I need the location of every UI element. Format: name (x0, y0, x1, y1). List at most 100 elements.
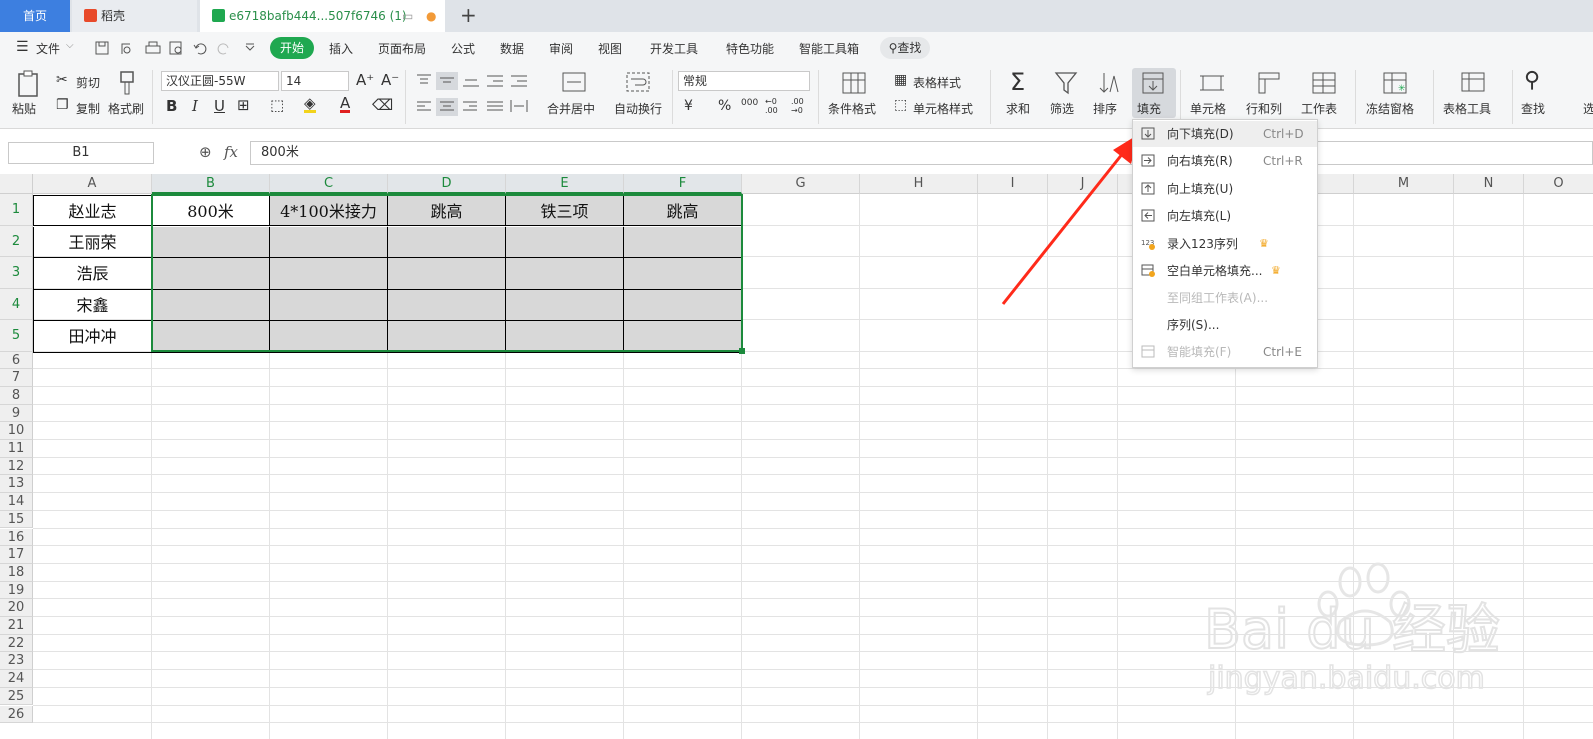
filter-button[interactable]: 筛选 (1050, 100, 1074, 117)
row-header-25[interactable]: 25 (0, 687, 33, 706)
row-header-7[interactable]: 7 (0, 369, 33, 387)
fill-menu-item-4[interactable]: 向左填充(L) (1133, 203, 1317, 229)
print-preview-icon[interactable] (169, 41, 182, 55)
row-header-11[interactable]: 11 (0, 440, 33, 458)
copy-button[interactable]: 复制 (76, 100, 100, 117)
fill-menu-item-1[interactable]: 向下填充(D) Ctrl+D (1133, 121, 1317, 147)
currency-icon[interactable]: ¥ (684, 98, 693, 114)
column-header-c[interactable]: C (270, 174, 388, 194)
formula-input[interactable]: 800米 (250, 141, 1593, 165)
chevron-down-icon[interactable]: ⌵ (66, 40, 74, 51)
cell-A5[interactable]: 田冲冲 (33, 321, 152, 353)
border-icon[interactable]: ⊞ (237, 96, 250, 114)
row-header-21[interactable]: 21 (0, 617, 33, 635)
row-header-1[interactable]: 1 (0, 194, 33, 226)
menu-data[interactable]: 数据 (500, 40, 524, 57)
paste-button[interactable]: 粘贴 (12, 100, 36, 117)
font-shrink-icon[interactable]: A⁻ (381, 71, 399, 89)
export-icon[interactable] (121, 43, 131, 54)
customize-icon[interactable] (245, 43, 255, 51)
file-menu[interactable]: 文件 (36, 40, 60, 57)
thousands-icon[interactable]: 000 (741, 98, 758, 108)
merge-center-icon[interactable] (561, 70, 587, 96)
menu-page-layout[interactable]: 页面布局 (378, 40, 426, 57)
fill-menu-item-5[interactable]: 123 录入123序列 ♛ (1133, 231, 1317, 257)
menu-formula[interactable]: 公式 (451, 40, 475, 57)
redo-icon[interactable] (217, 43, 229, 55)
column-header-o[interactable]: O (1524, 174, 1593, 194)
tab-home[interactable]: 首页 (0, 0, 70, 32)
bold-icon[interactable]: B (166, 97, 177, 115)
underline-icon[interactable]: U (214, 97, 225, 115)
row-header-26[interactable]: 26 (0, 705, 33, 724)
conditional-format-button[interactable]: 条件格式 (828, 100, 876, 117)
row-header-22[interactable]: 22 (0, 634, 33, 653)
row-header-12[interactable]: 12 (0, 457, 33, 476)
column-header-n[interactable]: N (1454, 174, 1524, 194)
row-header-20[interactable]: 20 (0, 599, 33, 617)
select-all-corner[interactable] (0, 174, 33, 194)
column-header-a[interactable]: A (33, 174, 152, 194)
column-header-d[interactable]: D (388, 174, 506, 194)
font-grow-icon[interactable]: A⁺ (356, 71, 374, 89)
menu-features[interactable]: 特色功能 (726, 40, 774, 57)
fill-color-icon[interactable]: ◈ (304, 96, 316, 113)
column-header-f[interactable]: F (624, 174, 742, 194)
cell-A4[interactable]: 宋鑫 (33, 289, 152, 321)
worksheet-icon[interactable] (1311, 70, 1337, 96)
fill-menu-item-3[interactable]: 向上填充(U) (1133, 176, 1317, 202)
merge-center-button[interactable]: 合并居中 (547, 100, 595, 117)
row-header-9[interactable]: 9 (0, 404, 33, 423)
font-name-select[interactable]: 汉仪正圆-55W (161, 71, 279, 91)
menu-view[interactable]: 视图 (598, 40, 622, 57)
column-header-b[interactable]: B (152, 174, 270, 194)
menu-review[interactable]: 审阅 (549, 40, 573, 57)
save-icon[interactable] (95, 41, 109, 55)
paste-icon[interactable] (16, 70, 42, 98)
format-painter-icon[interactable] (116, 70, 138, 98)
row-header-13[interactable]: 13 (0, 475, 33, 494)
fill-menu-item-2[interactable]: 向右填充(R) Ctrl+R (1133, 148, 1317, 174)
freeze-panes-button[interactable]: 冻结窗格 (1366, 100, 1414, 117)
menu-developer[interactable]: 开发工具 (650, 40, 698, 57)
indent-decrease-icon[interactable] (487, 75, 503, 87)
row-header-6[interactable]: 6 (0, 351, 33, 370)
zoom-icon[interactable]: ⊕ (199, 143, 212, 161)
indent-increase-icon[interactable] (511, 75, 527, 87)
row-header-2[interactable]: 2 (0, 225, 33, 257)
row-header-14[interactable]: 14 (0, 493, 33, 511)
undo-icon[interactable] (193, 43, 207, 55)
row-header-3[interactable]: 3 (0, 257, 33, 289)
percent-icon[interactable]: % (718, 98, 731, 114)
menu-insert[interactable]: 插入 (329, 40, 353, 57)
align-bottom-icon[interactable] (463, 79, 479, 87)
column-header-e[interactable]: E (506, 174, 624, 194)
sort-button[interactable]: 排序 (1093, 100, 1117, 117)
cell-A3[interactable]: 浩辰 (33, 258, 152, 290)
name-box[interactable]: B1 (8, 142, 154, 164)
monitor-icon[interactable]: ▭ (402, 0, 413, 32)
sum-button[interactable]: 求和 (1006, 100, 1030, 117)
table-tools-button[interactable]: 表格工具 (1443, 100, 1491, 117)
freeze-panes-icon[interactable]: ✳ (1382, 70, 1408, 96)
row-header-17[interactable]: 17 (0, 546, 33, 564)
number-format-select[interactable]: 常规 (678, 71, 810, 91)
table-tools-icon[interactable] (1460, 70, 1486, 96)
row-header-15[interactable]: 15 (0, 510, 33, 529)
cells-button[interactable]: 单元格 (1190, 100, 1226, 117)
ribbon-overflow[interactable]: 选 (1583, 100, 1593, 117)
fill-menu-item-8[interactable]: 序列(S)... (1133, 312, 1317, 338)
rows-cols-icon[interactable] (1256, 70, 1282, 96)
fill-handle[interactable] (739, 348, 745, 354)
tab-document[interactable]: e6718bafb444...507f6746 (1) ▭ ● (200, 0, 445, 32)
font-color-icon[interactable]: A (340, 96, 351, 113)
menu-smart-toolbox[interactable]: 智能工具箱 (799, 40, 859, 57)
distributed-icon[interactable] (510, 100, 528, 112)
format-painter-button[interactable]: 格式刷 (108, 100, 144, 117)
cells-icon[interactable] (1199, 70, 1225, 96)
row-header-10[interactable]: 10 (0, 422, 33, 440)
worksheet-button[interactable]: 工作表 (1301, 100, 1337, 117)
fill-menu-item-6[interactable]: 空白单元格填充... ♛ (1133, 258, 1317, 284)
font-size-select[interactable]: 14 (281, 71, 349, 91)
print-icon[interactable] (145, 41, 161, 54)
